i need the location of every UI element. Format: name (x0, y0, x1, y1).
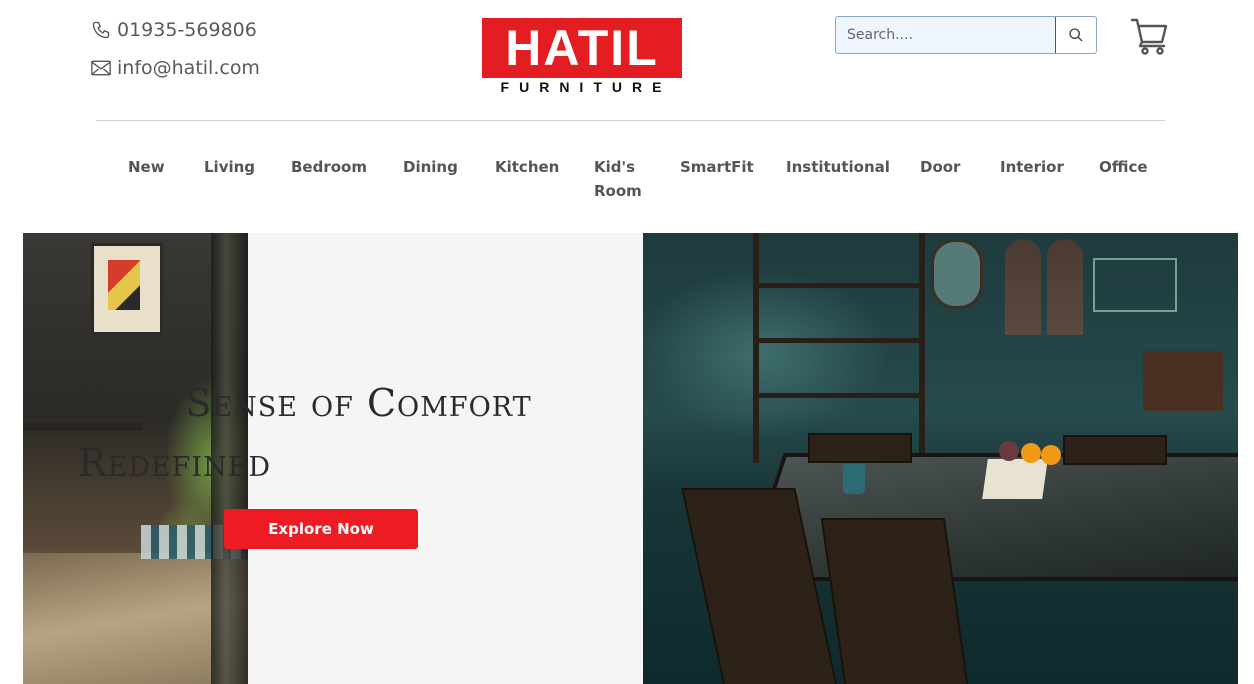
nav-item-door[interactable]: Door (920, 155, 960, 179)
nav-item-bedroom[interactable]: Bedroom (291, 155, 367, 179)
nav-item-kids-room-line1: Kid's (594, 158, 636, 176)
mail-icon (91, 60, 111, 76)
search-button[interactable] (1055, 17, 1096, 53)
bookshelf (753, 233, 925, 463)
arched-panel-2 (1047, 239, 1083, 335)
logo-main-text: HATIL (505, 20, 659, 76)
dining-chair-back (1063, 435, 1167, 465)
main-nav: New Living Bedroom Dining Kitchen Kid's … (0, 155, 1254, 215)
explore-now-button[interactable]: Explore Now (224, 509, 418, 549)
phone-icon (92, 21, 110, 39)
search-bar (835, 16, 1097, 54)
hero-title: Your Sense of Comfort Redefined (78, 373, 638, 493)
frame-gallery (1093, 258, 1177, 312)
nav-item-office[interactable]: Office (1099, 155, 1148, 179)
search-input[interactable] (836, 17, 1055, 53)
arched-panel-1 (1005, 239, 1041, 335)
phone-number: 01935-569806 (117, 19, 257, 41)
header-divider (96, 120, 1165, 121)
email-address: info@hatil.com (117, 57, 260, 79)
nav-item-interior[interactable]: Interior (1000, 155, 1064, 179)
hatil-logo[interactable]: HATIL FURNITURE (482, 18, 682, 95)
nav-item-living[interactable]: Living (204, 155, 255, 179)
wall-art (91, 243, 163, 335)
wall-mirror (931, 239, 983, 309)
nav-item-kids-room[interactable]: Kid's Room (594, 155, 642, 203)
wall-art-print (108, 260, 140, 310)
mug (843, 464, 865, 494)
fruit-basket (982, 459, 1048, 499)
cart-icon (1130, 18, 1168, 55)
nav-item-smartfit[interactable]: SmartFit (680, 155, 754, 179)
fruit (1041, 445, 1061, 465)
dining-chair-back (808, 433, 912, 463)
hero-title-line2: Redefined (78, 441, 272, 485)
nav-item-kitchen[interactable]: Kitchen (495, 155, 559, 179)
nav-item-dining[interactable]: Dining (403, 155, 458, 179)
hero-title-line1: Your Sense of Comfort (78, 381, 532, 425)
dining-chair-front (820, 518, 970, 684)
fruit (1021, 443, 1041, 463)
email-contact[interactable]: info@hatil.com (91, 57, 260, 79)
cart-button[interactable] (1130, 16, 1170, 56)
hero-dining-image (643, 233, 1238, 684)
phone-contact[interactable]: 01935-569806 (91, 19, 257, 41)
nav-item-new[interactable]: New (128, 155, 165, 179)
fruit (999, 441, 1019, 461)
search-icon (1069, 28, 1083, 42)
logo-sub-text: FURNITURE (500, 79, 672, 95)
nav-item-institutional[interactable]: Institutional (786, 155, 890, 179)
nav-item-kids-room-line2: Room (594, 182, 642, 200)
logo-box: HATIL (482, 18, 682, 78)
sideboard (1143, 351, 1223, 411)
hero-banner: Your Sense of Comfort Redefined Explore … (23, 233, 1238, 684)
